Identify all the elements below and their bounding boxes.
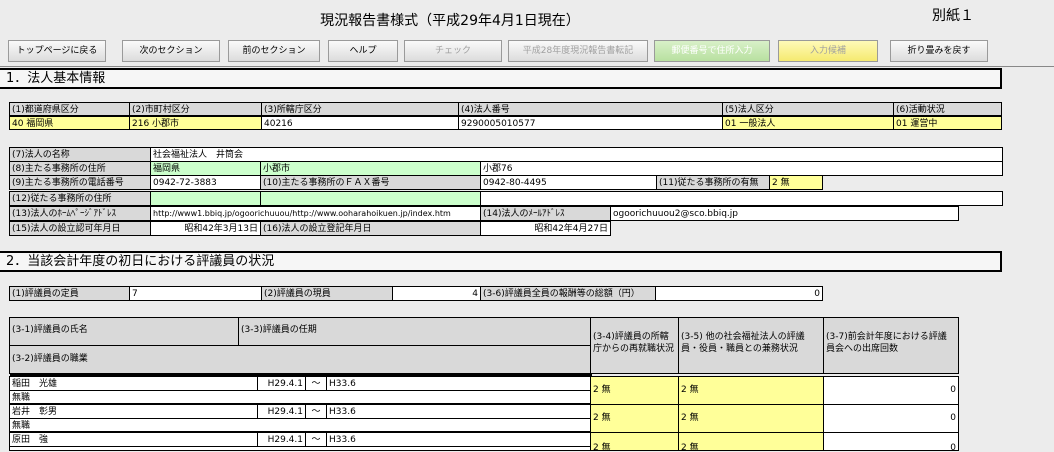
city-select[interactable]: 216 小郡市 xyxy=(129,116,262,130)
attendance-field[interactable]: 0 xyxy=(823,404,959,433)
fax-label: (10)主たる事務所のＦＡＸ番号 xyxy=(260,175,481,190)
councilor-job-field[interactable]: 無職 xyxy=(9,390,591,404)
email-field[interactable]: ogoorichuuou2@sco.bbiq.jp xyxy=(610,206,959,221)
term-start-field[interactable]: H29.4.1 xyxy=(257,376,306,391)
fax-field[interactable]: 0942-80-4495 xyxy=(480,175,657,190)
term-end-field[interactable]: H33.6 xyxy=(326,404,591,419)
input-candidates-button[interactable]: 入力候補 xyxy=(778,40,878,62)
sub-address-pref[interactable] xyxy=(150,191,261,206)
section1-heading-bar xyxy=(126,68,1002,89)
prev-section-button[interactable]: 前のセクション xyxy=(228,40,320,62)
sub-office-label: (11)従たる事務所の有無 xyxy=(656,175,770,190)
term-tilde: ～ xyxy=(305,376,327,391)
col-term-header: (3-3)評議員の任期 xyxy=(238,317,591,346)
quota-label: (1)評議員の定員 xyxy=(9,286,130,301)
reg-date-field[interactable]: 昭和42年4月27日 xyxy=(480,221,611,236)
email-label: (14)法人のﾒｰﾙｱﾄﾞﾚｽ xyxy=(480,206,611,221)
next-section-button[interactable]: 次のセクション xyxy=(122,40,220,62)
col-name-header: (3-1)評議員の氏名 xyxy=(9,317,239,346)
rehire-select[interactable]: 2 無 xyxy=(590,376,679,405)
sub-office-select[interactable]: 2 無 xyxy=(769,175,823,190)
city-label: (2)市町村区分 xyxy=(129,102,262,116)
concurrent-select[interactable]: 2 無 xyxy=(678,376,824,405)
concurrent-select[interactable]: 2 無 xyxy=(678,432,824,451)
restore-fold-button[interactable]: 折り畳みを戻す xyxy=(890,40,988,62)
page-title: 現況報告書様式（平成29年4月1日現在） xyxy=(320,13,580,29)
zip-address-button[interactable]: 郵便番号で住所入力 xyxy=(654,40,770,62)
name-label: (7)法人の名称 xyxy=(9,147,151,162)
pref-select[interactable]: 40 福岡県 xyxy=(9,116,130,130)
quota-field[interactable]: 7 xyxy=(129,286,262,301)
councilor-job-field[interactable] xyxy=(9,446,591,451)
councilor-name-field[interactable]: 稲田 光雄 xyxy=(9,376,258,391)
kind-select[interactable]: 01 一般法人 xyxy=(722,116,894,130)
col-concurrent-header: (3-5) 他の社会福祉法人の評議 員・役員・職員との兼務状況 xyxy=(678,317,824,374)
councilor-name-field[interactable]: 岩井 彰男 xyxy=(9,404,258,419)
rehire-select[interactable]: 2 無 xyxy=(590,432,679,451)
col-attend-header: (3-7)前会計年度における評議 員会への出席回数 xyxy=(823,317,959,374)
top-page-button[interactable]: トップページに戻る xyxy=(8,40,106,62)
help-button[interactable]: ヘルプ xyxy=(328,40,398,62)
councilor-job-field[interactable]: 無職 xyxy=(9,418,591,432)
homepage-label: (13)法人のﾎｰﾑﾍﾟｰｼﾞｱﾄﾞﾚｽ xyxy=(9,206,151,221)
homepage-field[interactable]: http://www1.bbiq.jp/ogoorichuuou/http://… xyxy=(150,206,481,221)
office-value[interactable]: 40216 xyxy=(261,116,459,130)
annex-label: 別紙１ xyxy=(932,8,974,24)
auth-date-field[interactable]: 昭和42年3月13日 xyxy=(150,221,261,236)
sub-address-field[interactable] xyxy=(480,191,1003,206)
sub-address-label: (12)従たる事務所の住所 xyxy=(9,191,151,206)
pay-field[interactable]: 0 xyxy=(655,286,823,301)
tel-label: (9)主たる事務所の電話番号 xyxy=(9,175,151,190)
pay-label: (3-6)評議員全員の報酬等の総額（円） xyxy=(480,286,656,301)
term-tilde: ～ xyxy=(305,432,327,447)
term-start-field[interactable]: H29.4.1 xyxy=(257,432,306,447)
attendance-field[interactable]: 0 xyxy=(823,432,959,451)
term-end-field[interactable]: H33.6 xyxy=(326,376,591,391)
col-job-header: (3-2)評議員の職業 xyxy=(9,345,591,374)
current-label: (2)評議員の現員 xyxy=(261,286,393,301)
section1-heading: 1．法人基本情報 xyxy=(0,68,128,89)
attendance-field[interactable]: 0 xyxy=(823,376,959,405)
term-tilde: ～ xyxy=(305,404,327,419)
address-label: (8)主たる事務所の住所 xyxy=(9,161,151,176)
corpno-label: (4)法人番号 xyxy=(458,102,723,116)
kind-label: (5)法人区分 xyxy=(722,102,894,116)
address-rest-field[interactable]: 小郡76 xyxy=(480,161,1003,176)
section2-heading: 2．当該会計年度の初日における評議員の状況 xyxy=(0,251,1002,272)
term-start-field[interactable]: H29.4.1 xyxy=(257,404,306,419)
councilor-name-field[interactable]: 原田 強 xyxy=(9,432,258,447)
name-field[interactable]: 社会福祉法人 井筒会 xyxy=(150,147,1003,162)
address-city[interactable]: 小郡市 xyxy=(260,161,481,176)
check-button[interactable]: チェック xyxy=(404,40,502,62)
divider xyxy=(0,66,1054,67)
activity-label: (6)活動状況 xyxy=(893,102,1002,116)
pref-label: (1)都道府県区分 xyxy=(9,102,130,116)
office-label: (3)所轄庁区分 xyxy=(261,102,459,116)
concurrent-select[interactable]: 2 無 xyxy=(678,404,824,433)
sub-address-city[interactable] xyxy=(260,191,481,206)
tel-field[interactable]: 0942-72-3883 xyxy=(150,175,261,190)
term-end-field[interactable]: H33.6 xyxy=(326,432,591,447)
auth-date-label: (15)法人の設立認可年月日 xyxy=(9,221,151,236)
address-pref[interactable]: 福岡県 xyxy=(150,161,261,176)
activity-select[interactable]: 01 運営中 xyxy=(893,116,1002,130)
col-rehire-header: (3-4)評議員の所轄 庁からの再就職状況 xyxy=(590,317,679,374)
transfer-button[interactable]: 平成28年度現況報告書転記 xyxy=(508,40,648,62)
reg-date-label: (16)法人の設立登記年月日 xyxy=(260,221,481,236)
corpno-field[interactable]: 9290005010577 xyxy=(458,116,723,130)
rehire-select[interactable]: 2 無 xyxy=(590,404,679,433)
current-field[interactable]: 4 xyxy=(392,286,481,301)
